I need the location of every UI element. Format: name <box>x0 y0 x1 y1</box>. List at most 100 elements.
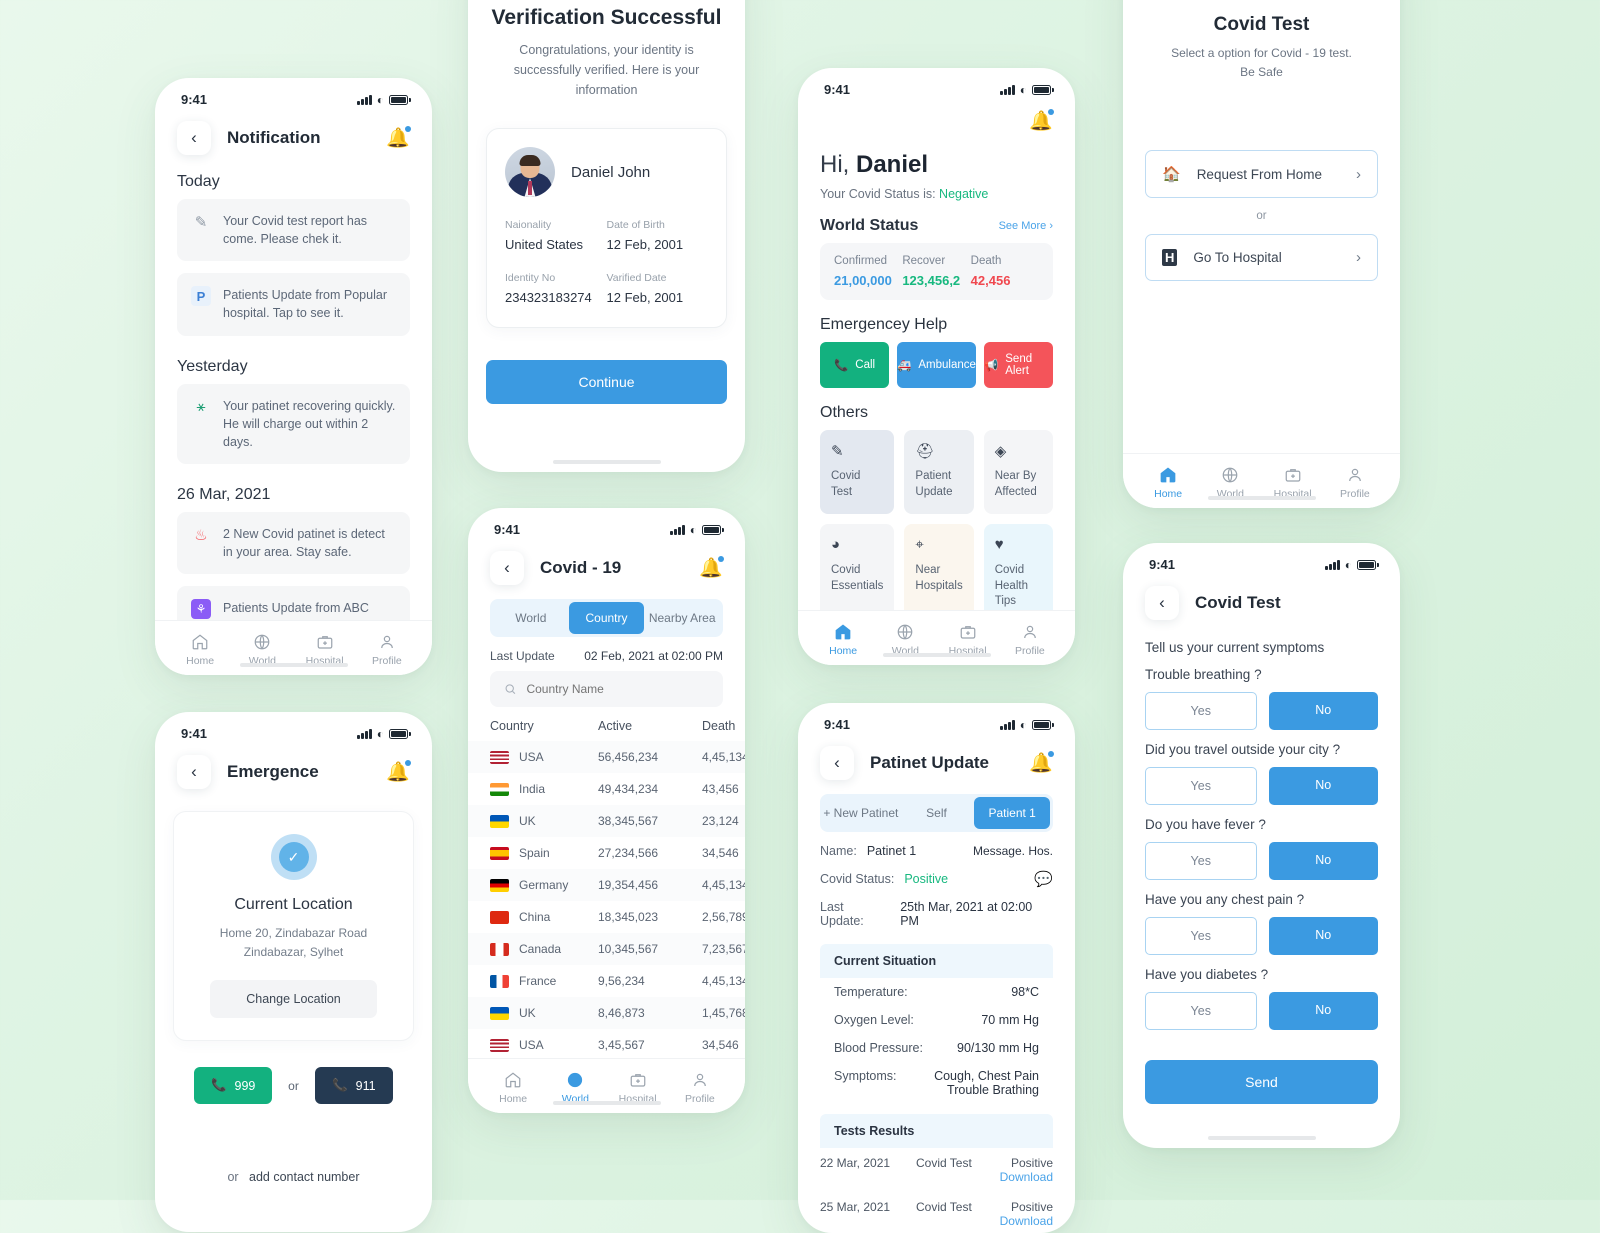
active-count: 19,354,456 <box>598 878 659 892</box>
table-row[interactable]: Germany 19,354,456 4,45,134 <box>468 869 745 901</box>
col-death: Death <box>702 719 736 733</box>
search-input[interactable] <box>526 682 709 696</box>
notification-item[interactable]: ♨ 2 New Covid patinet is detect in your … <box>177 511 410 575</box>
add-contact-row[interactable]: or add contact number <box>155 1170 432 1184</box>
avatar <box>505 147 555 197</box>
others-title: Others <box>820 404 869 421</box>
go-to-hospital-button[interactable]: H Go To Hospital › <box>1145 234 1378 282</box>
answer-yes[interactable]: Yes <box>1145 767 1257 805</box>
others-cell[interactable]: ⌖ Near Hospitals <box>904 524 974 624</box>
table-row[interactable]: France 9,56,234 4,45,134 <box>468 965 745 997</box>
table-row[interactable]: Spain 27,234,566 34,546 <box>468 837 745 869</box>
back-button[interactable]: ‹ <box>177 755 211 789</box>
col-country: Country <box>490 719 534 733</box>
call-button[interactable]: 📞 Call <box>820 342 890 388</box>
tab-nearby-area[interactable]: Nearby Area <box>644 602 720 634</box>
nav-world[interactable]: World <box>544 1071 606 1105</box>
bell-icon[interactable]: 🔔 <box>1029 751 1054 775</box>
nav-profile[interactable]: Profile <box>356 633 418 667</box>
question-text: Have you diabetes ? <box>1145 967 1269 982</box>
quiz-question: Have you diabetes ? Yes No <box>1123 955 1400 1030</box>
bell-icon[interactable]: 🔔 <box>386 126 411 150</box>
call-911-button[interactable]: 📞 911 <box>314 1067 393 1105</box>
ambulance-button[interactable]: 🚑 Ambulance <box>897 342 976 388</box>
send-alert-button[interactable]: 📢 Send Alert <box>983 342 1053 388</box>
table-row[interactable]: China 18,345,023 2,56,789 <box>468 901 745 933</box>
active-count: 49,434,234 <box>598 782 659 796</box>
bell-icon[interactable]: 🔔 <box>699 556 724 580</box>
add-contact-link[interactable]: add contact number <box>249 1170 360 1184</box>
change-location-button[interactable]: Change Location <box>210 980 377 1019</box>
notification-item[interactable]: ⚹ Your patinet recovering quickly. He wi… <box>177 383 410 464</box>
answer-yes[interactable]: Yes <box>1145 917 1257 955</box>
page-title: Covid Test <box>1213 14 1310 35</box>
nav-home[interactable]: Home <box>169 633 231 667</box>
answer-no[interactable]: No <box>1268 992 1378 1030</box>
country-search[interactable] <box>490 671 723 707</box>
wifi-icon: ◐ <box>376 726 384 741</box>
others-cell[interactable]: ◈ Near By Affected <box>983 430 1053 515</box>
tab-world[interactable]: World <box>493 602 569 634</box>
others-cell[interactable]: ⛑ Patient Update <box>904 430 974 515</box>
table-row[interactable]: India 49,434,234 43,456 <box>468 773 745 805</box>
nav-profile[interactable]: Profile <box>669 1071 731 1105</box>
answer-no[interactable]: No <box>1268 917 1378 955</box>
tab-self[interactable]: Self <box>899 797 975 829</box>
table-row[interactable]: USA 56,456,234 4,45,134 <box>468 741 745 773</box>
nav-world[interactable]: World <box>1199 466 1261 500</box>
nav-profile[interactable]: Profile <box>1324 466 1386 500</box>
answer-no[interactable]: No <box>1268 767 1378 805</box>
nav-home[interactable]: Home <box>812 623 874 657</box>
tab-new-patient[interactable]: + New Patinet <box>823 797 899 829</box>
active-count: 18,345,023 <box>598 910 659 924</box>
nav-home[interactable]: Home <box>1137 466 1199 500</box>
back-button[interactable]: ‹ <box>177 121 211 155</box>
nav-hospital[interactable]: Hospital <box>294 633 356 667</box>
bell-icon[interactable]: 🔔 <box>386 760 411 784</box>
table-row[interactable]: Canada 10,345,567 7,23,567 <box>468 933 745 965</box>
tab-country[interactable]: Country <box>568 602 645 634</box>
nav-profile[interactable]: Profile <box>999 623 1061 657</box>
nav-hospital[interactable]: Hospital <box>937 623 999 657</box>
nav-home[interactable]: Home <box>482 1071 544 1105</box>
nav-hospital[interactable]: Hospital <box>1262 466 1324 500</box>
page-title: Covid Test <box>1195 593 1281 612</box>
call-999-button[interactable]: 📞 999 <box>194 1067 273 1105</box>
request-from-home-button[interactable]: 🏠 Request From Home › <box>1145 150 1378 199</box>
table-row[interactable]: USA 3,45,567 34,546 <box>468 1029 745 1061</box>
others-cell[interactable]: ◕ Covid Essentials <box>820 524 895 624</box>
table-row[interactable]: UK 8,46,873 1,45,768 <box>468 997 745 1029</box>
continue-button[interactable]: Continue <box>486 360 727 404</box>
back-button[interactable]: ‹ <box>1145 586 1179 620</box>
tab-patient-1[interactable]: Patient 1 <box>974 797 1051 829</box>
field-label: Date of Birth <box>606 219 665 231</box>
situation-value: 90/130 mm Hg <box>957 1041 1039 1055</box>
answer-yes[interactable]: Yes <box>1145 992 1257 1030</box>
answer-no[interactable]: No <box>1268 842 1378 880</box>
globe-icon <box>255 634 270 650</box>
bell-icon[interactable]: 🔔 <box>1029 109 1054 133</box>
answer-no[interactable]: No <box>1268 692 1378 730</box>
back-button[interactable]: ‹ <box>490 551 524 585</box>
others-cell[interactable]: ♥ Covid Health Tips <box>983 524 1053 624</box>
question-text: Have you any chest pain ? <box>1145 892 1305 907</box>
patient-lastupdate-row: Last Update: 25th Mar, 2021 at 02:00 PM <box>798 894 1075 934</box>
back-button[interactable]: ‹ <box>820 746 854 780</box>
table-row[interactable]: UK 38,345,567 23,124 <box>468 805 745 837</box>
download-link[interactable]: Download <box>1000 1214 1053 1228</box>
send-button[interactable]: Send <box>1145 1060 1378 1104</box>
notification-item[interactable]: ✎ Your Covid test report has come. Pleas… <box>177 199 410 262</box>
nav-world[interactable]: World <box>231 633 293 667</box>
answer-yes[interactable]: Yes <box>1145 692 1257 730</box>
nav-hospital[interactable]: Hospital <box>607 1071 669 1105</box>
home-indicator <box>1207 496 1316 500</box>
quiz-intro: Tell us your current symptoms <box>1145 640 1325 655</box>
death-count: 43,456 <box>702 782 739 796</box>
others-cell[interactable]: ✎ Covid Test <box>820 430 895 515</box>
see-more-link[interactable]: See More › <box>999 220 1053 232</box>
notification-item[interactable]: P Patients Update from Popular hospital.… <box>177 273 410 336</box>
nav-world[interactable]: World <box>874 623 936 657</box>
download-link[interactable]: Download <box>1000 1170 1053 1184</box>
answer-yes[interactable]: Yes <box>1145 842 1257 880</box>
chat-icon[interactable]: 💬 <box>1034 870 1053 888</box>
